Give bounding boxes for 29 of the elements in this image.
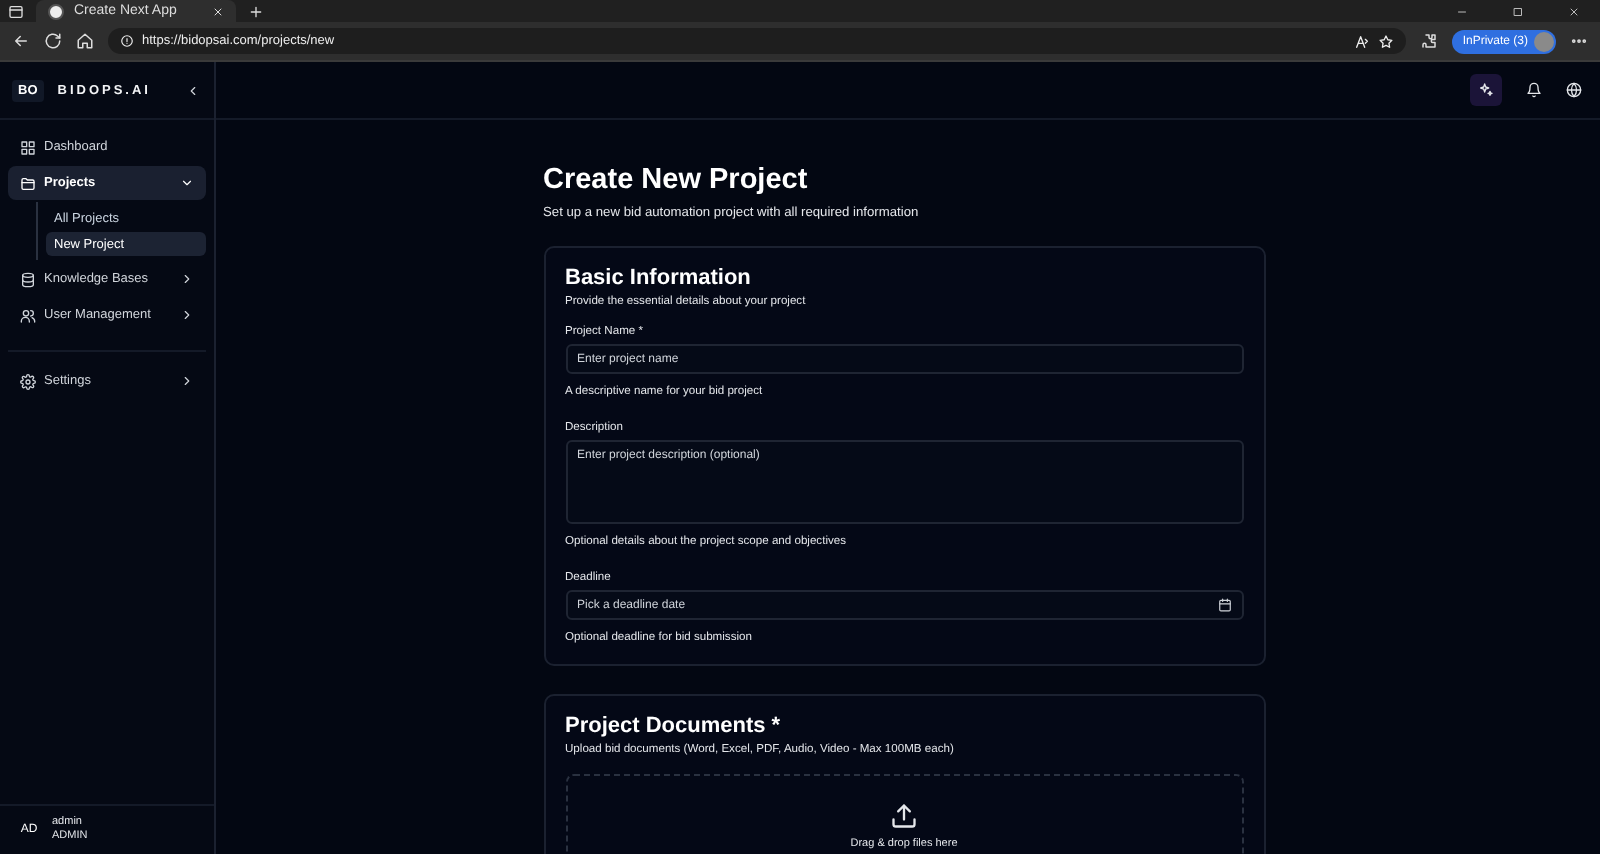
dashboard-icon [20,139,36,155]
maximize-icon[interactable] [1512,5,1524,17]
close-icon[interactable] [1568,5,1580,17]
globe-icon[interactable] [1566,82,1582,98]
collapse-sidebar-icon[interactable] [186,83,200,97]
avatar-icon [1534,31,1554,51]
calendar-icon [1217,598,1231,612]
users-icon [20,307,36,323]
notifications-bell-icon[interactable] [1526,82,1542,98]
refresh-icon[interactable] [44,32,62,50]
close-icon[interactable] [212,5,224,17]
gear-icon [20,373,36,389]
favicon-icon [48,3,64,19]
home-icon[interactable] [76,32,94,50]
folder-icon [20,175,36,191]
upload-icon [890,802,918,830]
card-title: Project Documents * [565,714,783,738]
back-icon[interactable] [12,32,30,50]
minimize-icon[interactable] [1456,5,1468,17]
ai-assistant-button[interactable] [1470,74,1502,106]
favorite-star-icon[interactable] [1378,33,1395,49]
new-tab-icon[interactable] [248,3,264,19]
info-icon [120,34,134,48]
tab-actions-icon[interactable] [8,3,24,19]
page-title: Create New Project [543,164,810,196]
card-title: Basic Information [565,266,753,290]
sparkle-icon [1478,82,1494,98]
database-icon [20,271,36,287]
read-aloud-icon[interactable] [1354,33,1371,49]
